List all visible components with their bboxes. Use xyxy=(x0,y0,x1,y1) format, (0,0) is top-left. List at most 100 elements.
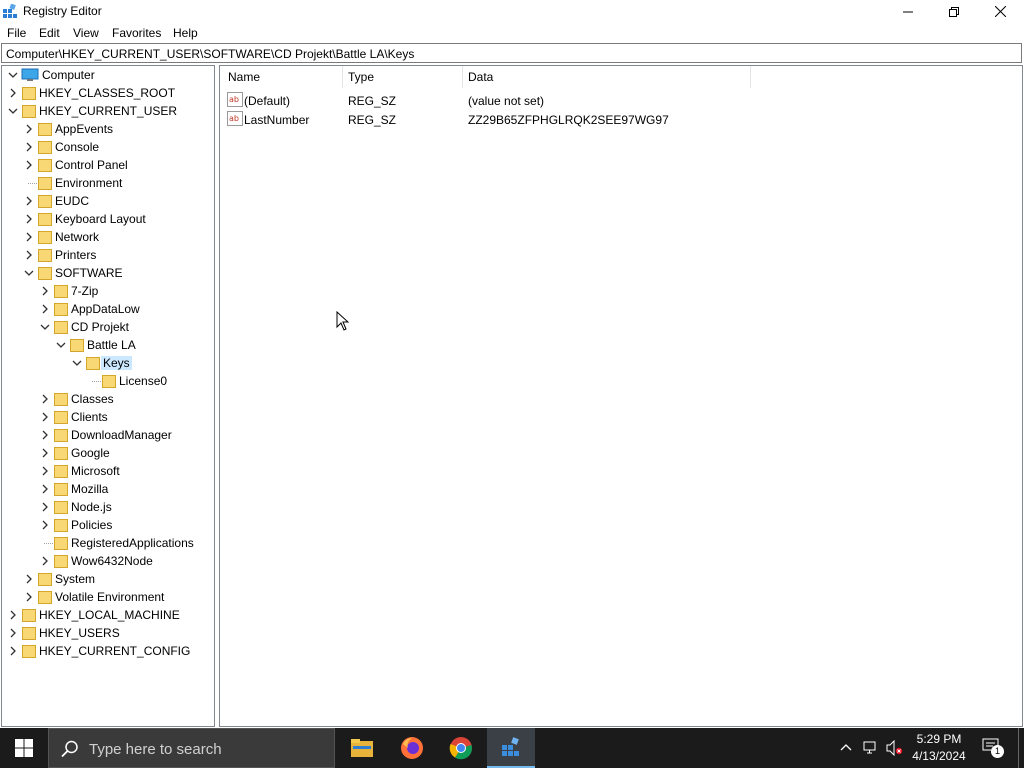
tree-item-battle-la[interactable]: Battle LA xyxy=(2,336,214,354)
column-separator[interactable] xyxy=(462,66,463,88)
clock-time[interactable]: 5:29 PM xyxy=(906,732,972,746)
tree-item-eudc[interactable]: EUDC xyxy=(2,192,214,210)
tree-label: Keys xyxy=(101,356,132,370)
tree-item-hkey-local-machine[interactable]: HKEY_LOCAL_MACHINE xyxy=(2,606,214,624)
clock-date[interactable]: 4/13/2024 xyxy=(906,749,972,763)
chevron-right-icon[interactable] xyxy=(6,84,20,102)
network-icon[interactable] xyxy=(863,740,879,756)
chevron-right-icon[interactable] xyxy=(38,300,52,318)
chevron-down-icon[interactable] xyxy=(70,354,84,372)
tree-item-policies[interactable]: Policies xyxy=(2,516,214,534)
tree-item-printers[interactable]: Printers xyxy=(2,246,214,264)
tree-item-downloadmanager[interactable]: DownloadManager xyxy=(2,426,214,444)
tree-item-mozilla[interactable]: Mozilla xyxy=(2,480,214,498)
column-separator[interactable] xyxy=(750,66,751,88)
chevron-right-icon[interactable] xyxy=(22,138,36,156)
chevron-right-icon[interactable] xyxy=(22,228,36,246)
taskbar-app-firefox[interactable] xyxy=(388,728,436,768)
chevron-right-icon[interactable] xyxy=(22,120,36,138)
chevron-right-icon[interactable] xyxy=(38,552,52,570)
chevron-down-icon[interactable] xyxy=(38,318,52,336)
tree-item-google[interactable]: Google xyxy=(2,444,214,462)
menu-edit[interactable]: Edit xyxy=(39,26,60,40)
chevron-right-icon[interactable] xyxy=(38,498,52,516)
restore-button[interactable] xyxy=(931,0,977,23)
chevron-down-icon[interactable] xyxy=(54,336,68,354)
tree-item-wow6432node[interactable]: Wow6432Node xyxy=(2,552,214,570)
chevron-right-icon[interactable] xyxy=(22,588,36,606)
tree-item-keyboard-layout[interactable]: Keyboard Layout xyxy=(2,210,214,228)
tree-item-license0[interactable]: License0 xyxy=(2,372,214,390)
address-path[interactable]: Computer\HKEY_CURRENT_USER\SOFTWARE\CD P… xyxy=(6,47,414,61)
column-header-type[interactable]: Type xyxy=(348,70,374,84)
tree-item-environment[interactable]: Environment xyxy=(2,174,214,192)
tree-item-network[interactable]: Network xyxy=(2,228,214,246)
chevron-right-icon[interactable] xyxy=(38,426,52,444)
minimize-button[interactable] xyxy=(885,0,931,23)
list-row-lastnumber[interactable]: ab LastNumber REG_SZ ZZ29B65ZFPHGLRQK2SE… xyxy=(226,110,1006,128)
taskbar-app-chrome[interactable] xyxy=(437,728,485,768)
chevron-right-icon[interactable] xyxy=(38,480,52,498)
chevron-right-icon[interactable] xyxy=(38,282,52,300)
chevron-right-icon[interactable] xyxy=(22,156,36,174)
address-bar[interactable]: Computer\HKEY_CURRENT_USER\SOFTWARE\CD P… xyxy=(1,43,1022,63)
values-list-pane[interactable]: Name Type Data ab (Default) REG_SZ (valu… xyxy=(219,65,1023,727)
tree-item-microsoft[interactable]: Microsoft xyxy=(2,462,214,480)
tree-item-computer[interactable]: Computer xyxy=(2,66,214,84)
chevron-down-icon[interactable] xyxy=(6,102,20,120)
tree-item-classes[interactable]: Classes xyxy=(2,390,214,408)
chevron-right-icon[interactable] xyxy=(6,624,20,642)
tree-label: Policies xyxy=(71,518,113,532)
tree-item-hkey-classes-root[interactable]: HKEY_CLASSES_ROOT xyxy=(2,84,214,102)
chevron-right-icon[interactable] xyxy=(38,516,52,534)
list-row-default[interactable]: ab (Default) REG_SZ (value not set) xyxy=(226,91,1006,109)
chevron-right-icon[interactable] xyxy=(22,210,36,228)
chevron-right-icon[interactable] xyxy=(22,570,36,588)
close-button[interactable] xyxy=(977,0,1023,23)
volume-muted-icon[interactable] xyxy=(886,740,904,756)
menu-favorites[interactable]: Favorites xyxy=(112,26,161,40)
chevron-right-icon[interactable] xyxy=(38,444,52,462)
tree-item-system[interactable]: System xyxy=(2,570,214,588)
chevron-down-icon[interactable] xyxy=(6,66,20,84)
tree-item-hkey-current-config[interactable]: HKEY_CURRENT_CONFIG xyxy=(2,642,214,660)
tree-item-hkey-current-user[interactable]: HKEY_CURRENT_USER xyxy=(2,102,214,120)
chevron-right-icon[interactable] xyxy=(6,606,20,624)
column-separator[interactable] xyxy=(342,66,343,88)
show-desktop-button[interactable] xyxy=(1018,728,1019,768)
taskbar-app-registry-editor[interactable] xyxy=(487,728,535,768)
tree-item-control-panel[interactable]: Control Panel xyxy=(2,156,214,174)
tree-item-appdatalow[interactable]: AppDataLow xyxy=(2,300,214,318)
tree-item-node-js[interactable]: Node.js xyxy=(2,498,214,516)
taskbar-search-box[interactable]: Type here to search xyxy=(48,728,335,768)
tree-item-volatile-environment[interactable]: Volatile Environment xyxy=(2,588,214,606)
tree-item-appevents[interactable]: AppEvents xyxy=(2,120,214,138)
chevron-right-icon[interactable] xyxy=(38,408,52,426)
chevron-down-icon[interactable] xyxy=(22,264,36,282)
chevron-right-icon[interactable] xyxy=(6,642,20,660)
key-tree-pane[interactable]: Computer HKEY_CLASSES_ROOT HKEY_CURRENT_U… xyxy=(1,65,215,727)
tree-item-7-zip[interactable]: 7-Zip xyxy=(2,282,214,300)
column-header-data[interactable]: Data xyxy=(468,70,493,84)
menu-help[interactable]: Help xyxy=(173,26,198,40)
chevron-right-icon[interactable] xyxy=(22,246,36,264)
mouse-cursor-icon xyxy=(336,311,349,331)
tree-label: HKEY_USERS xyxy=(39,626,120,640)
taskbar-app-file-explorer[interactable] xyxy=(338,728,386,768)
menu-file[interactable]: File xyxy=(7,26,26,40)
tree-item-keys[interactable]: Keys xyxy=(2,354,214,372)
menu-view[interactable]: View xyxy=(73,26,99,40)
tree-item-hkey-users[interactable]: HKEY_USERS xyxy=(2,624,214,642)
chevron-right-icon[interactable] xyxy=(38,390,52,408)
tree-item-registeredapplications[interactable]: RegisteredApplications xyxy=(2,534,214,552)
tree-item-console[interactable]: Console xyxy=(2,138,214,156)
column-header-name[interactable]: Name xyxy=(228,70,260,84)
tree-item-clients[interactable]: Clients xyxy=(2,408,214,426)
chevron-right-icon[interactable] xyxy=(38,462,52,480)
chevron-up-icon[interactable] xyxy=(840,742,852,752)
tree-item-software[interactable]: SOFTWARE xyxy=(2,264,214,282)
tree-item-cd-projekt[interactable]: CD Projekt xyxy=(2,318,214,336)
notification-button[interactable]: 1 xyxy=(982,738,1004,758)
start-button[interactable] xyxy=(0,728,48,768)
chevron-right-icon[interactable] xyxy=(22,192,36,210)
